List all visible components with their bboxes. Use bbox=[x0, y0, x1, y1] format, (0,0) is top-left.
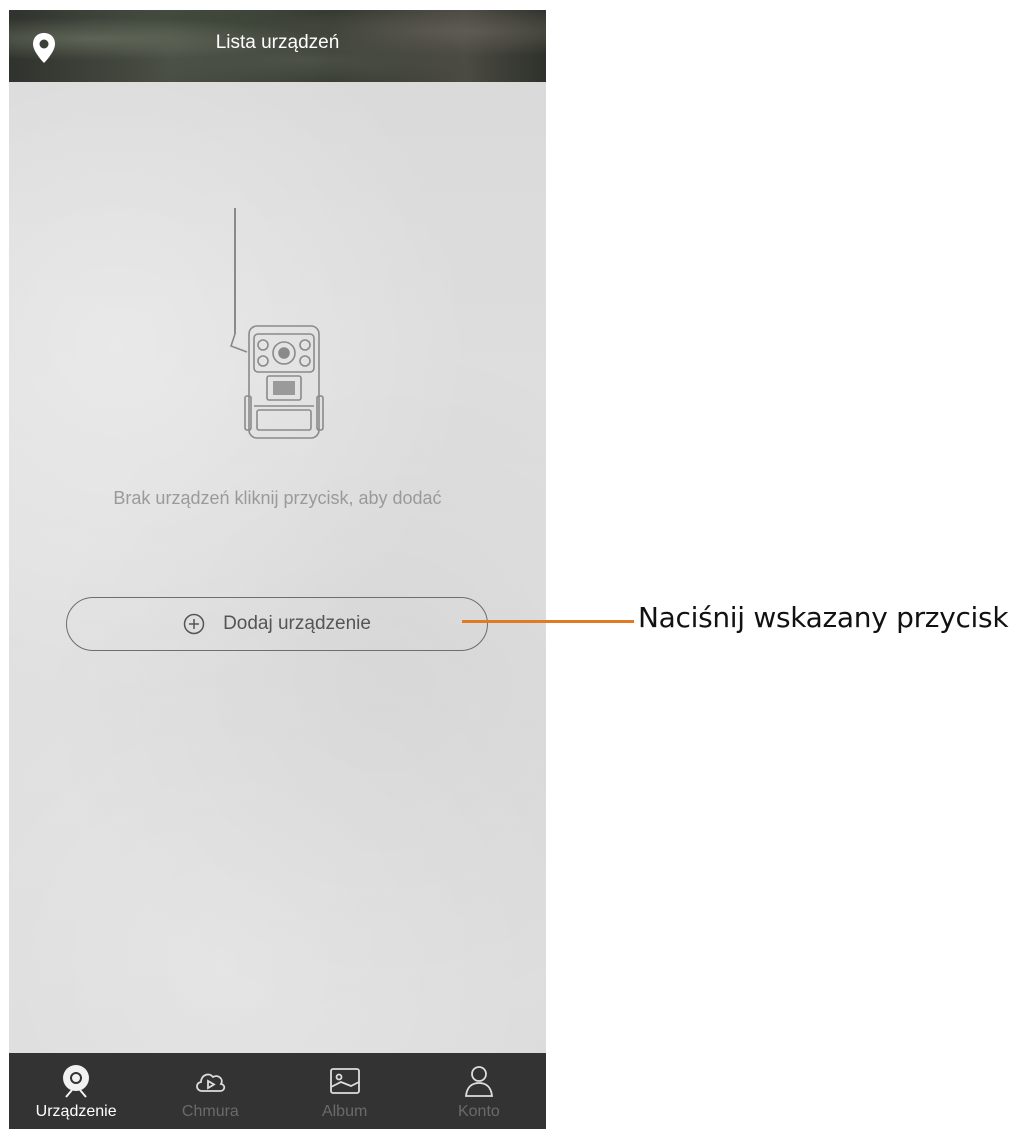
app-header: Lista urządzeń bbox=[9, 10, 546, 82]
image-icon bbox=[329, 1068, 360, 1094]
empty-state-message: Brak urządzeń kliknij przycisk, aby doda… bbox=[113, 488, 442, 508]
tab-label: Urządzenie bbox=[35, 1103, 117, 1120]
tab-label: Chmura bbox=[181, 1103, 239, 1120]
plus-circle-icon bbox=[183, 613, 205, 635]
page-title: Lista urządzeń bbox=[215, 32, 340, 53]
user-icon bbox=[464, 1066, 493, 1097]
trail-camera-icon bbox=[229, 208, 324, 439]
tab-label: Album bbox=[321, 1103, 368, 1120]
phone-screen: Lista urządzeń Brak urządzeń kliknij prz… bbox=[9, 10, 546, 1129]
callout-line bbox=[462, 620, 634, 623]
tab-device[interactable]: Urządzenie bbox=[9, 1053, 143, 1129]
tab-album[interactable]: Album bbox=[278, 1053, 412, 1129]
bottom-tab-bar: Urządzenie Chmura Album Konto bbox=[9, 1053, 546, 1129]
add-device-button[interactable]: Dodaj urządzenie bbox=[66, 597, 488, 651]
camera-device-icon bbox=[63, 1065, 90, 1098]
tab-label: Konto bbox=[457, 1103, 500, 1120]
callout-annotation: Naciśnij wskazany przycisk bbox=[638, 601, 1009, 634]
tab-cloud[interactable]: Chmura bbox=[143, 1053, 277, 1129]
tab-account[interactable]: Konto bbox=[412, 1053, 546, 1129]
cloud-play-icon bbox=[196, 1073, 226, 1092]
add-device-label: Dodaj urządzenie bbox=[223, 613, 371, 634]
